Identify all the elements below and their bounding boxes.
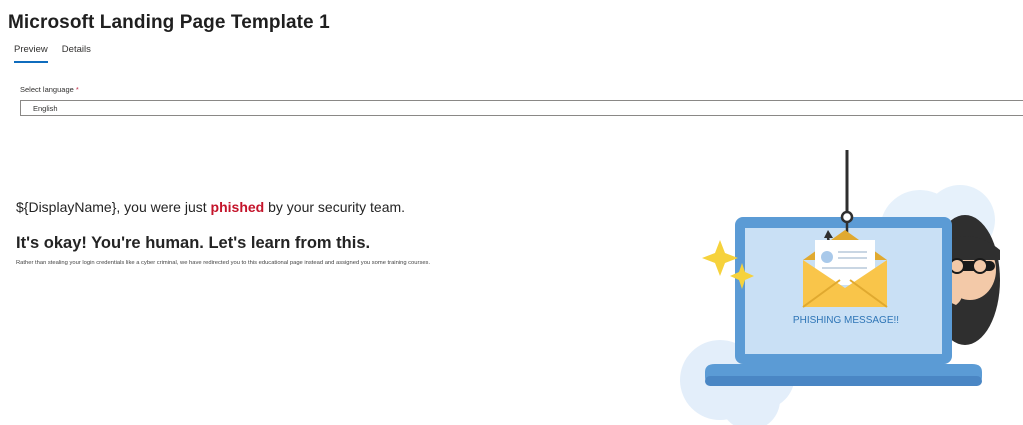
- language-select-value: English: [33, 104, 58, 113]
- phished-message-prefix: ${DisplayName}, you were just: [16, 199, 211, 215]
- headline: It's okay! You're human. Let's learn fro…: [16, 234, 371, 252]
- tab-details[interactable]: Details: [62, 44, 91, 63]
- phishing-illustration: PHISHING MESSAGE!!: [680, 150, 1000, 425]
- language-select[interactable]: English: [20, 100, 1023, 116]
- select-language-label-text: Select language: [20, 85, 74, 94]
- sparkle-icon: [702, 240, 738, 276]
- illustration-caption: PHISHING MESSAGE!!: [793, 315, 899, 326]
- required-mark: *: [75, 85, 79, 94]
- tab-preview[interactable]: Preview: [14, 44, 48, 63]
- phished-message: ${DisplayName}, you were just phished by…: [16, 199, 405, 215]
- tab-bar: Preview Details: [14, 44, 91, 63]
- phished-highlight: phished: [210, 199, 265, 215]
- page-title: Microsoft Landing Page Template 1: [8, 12, 330, 33]
- phished-message-suffix: by your security team.: [264, 199, 406, 215]
- envelope-icon: [802, 230, 888, 308]
- body-text: Rather than stealing your login credenti…: [16, 260, 431, 266]
- select-language-label: Select language *: [20, 85, 79, 94]
